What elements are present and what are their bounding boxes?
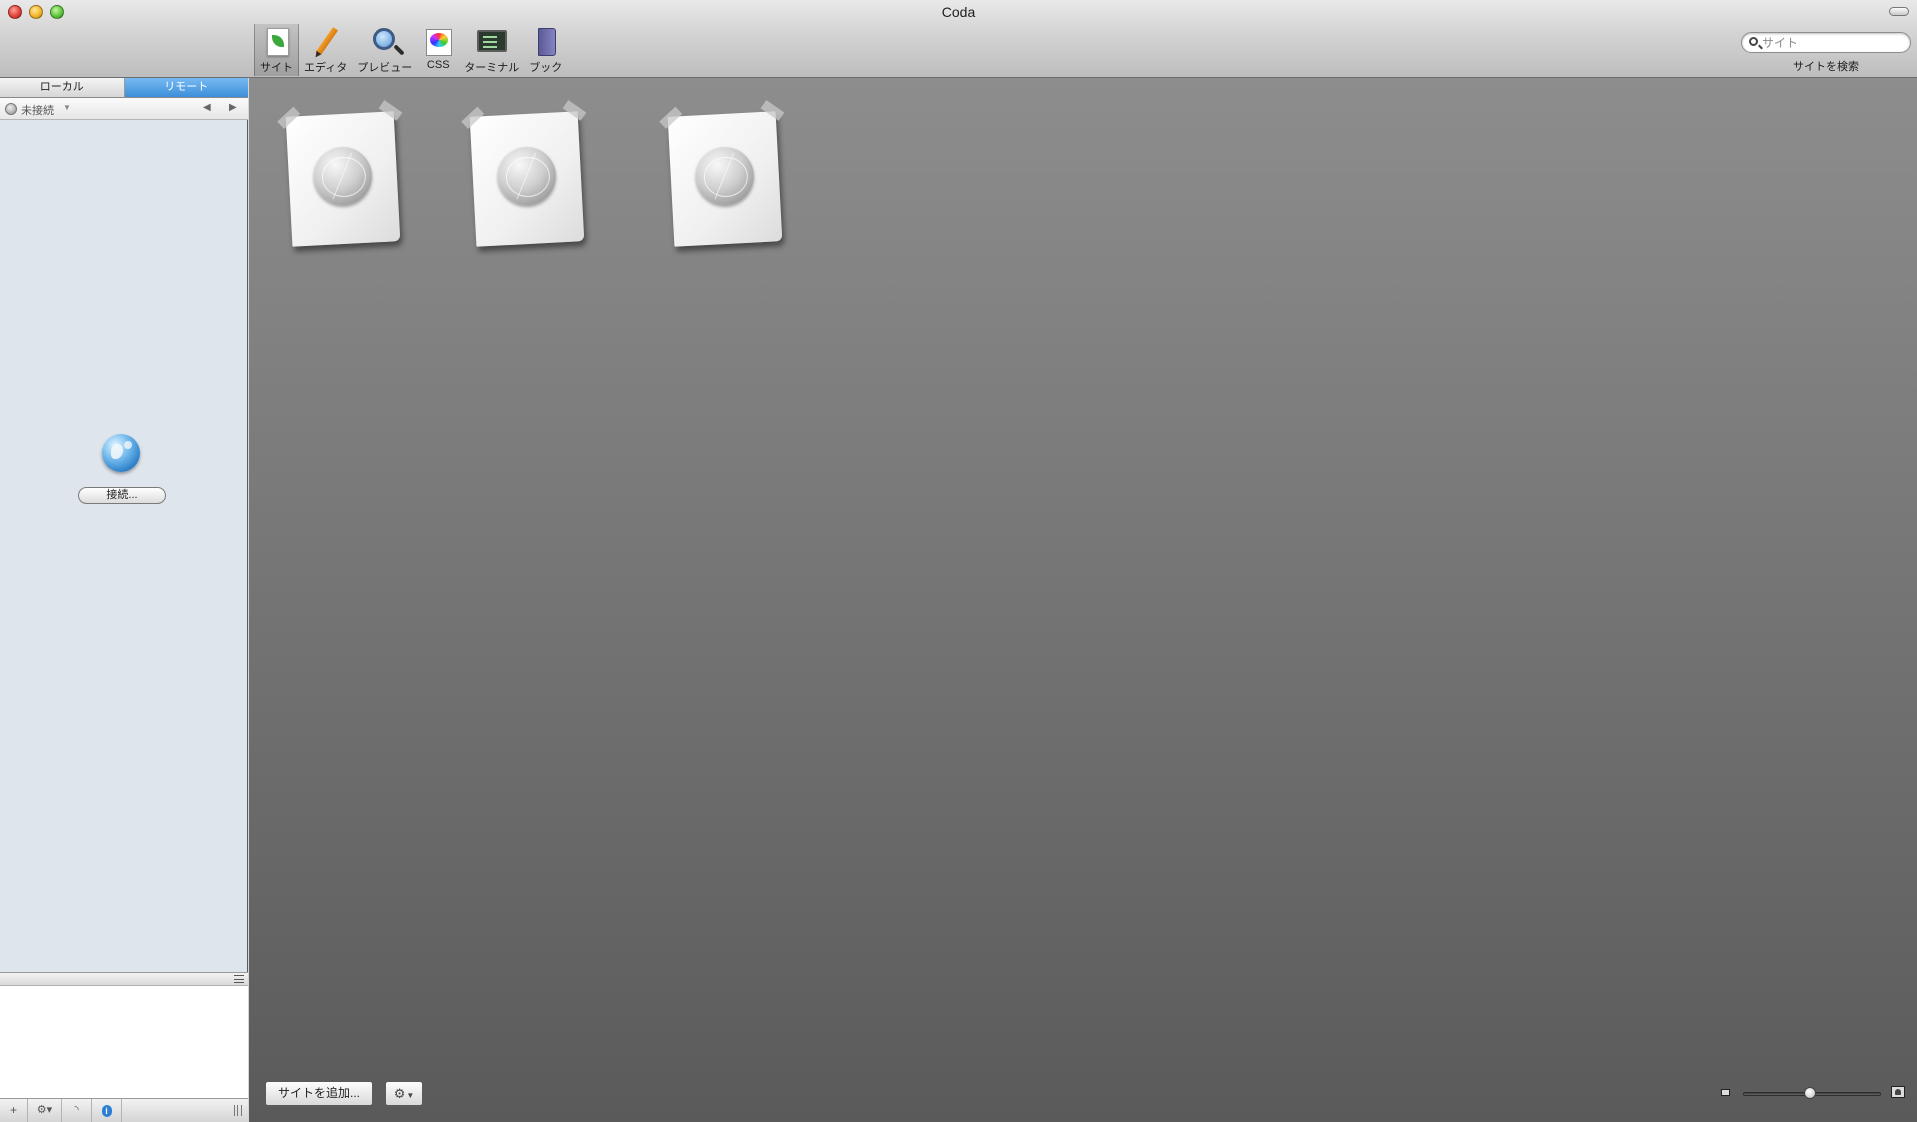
toolbar-terminal-button[interactable]: ターミナル: [459, 24, 524, 76]
toolbar-terminal-label: ターミナル: [464, 62, 520, 74]
toolbar-book-button[interactable]: ブック: [524, 24, 567, 76]
site-card[interactable]: [461, 100, 587, 250]
tab-local[interactable]: ローカル: [0, 78, 125, 97]
local-remote-switch: ローカル リモート: [0, 78, 248, 98]
list-menu-icon[interactable]: [234, 975, 244, 983]
web-globe-icon: [312, 145, 374, 207]
slider-knob[interactable]: [1804, 1087, 1816, 1099]
toolbar-preview-button[interactable]: プレビュー: [352, 24, 417, 76]
preview-magnifier-icon: [369, 26, 401, 58]
toolbar-editor-label: エディタ: [304, 62, 348, 74]
toolbar-preview-label: プレビュー: [357, 62, 413, 74]
site-search-label: サイトを検索: [1793, 61, 1859, 73]
large-thumbnail-icon[interactable]: [1891, 1086, 1905, 1098]
main-toolbar: サイト エディタ プレビュー CSS ターミナル ブック: [254, 24, 567, 76]
editor-pencil-icon: [310, 26, 342, 58]
toolbar-css-button[interactable]: CSS: [417, 24, 459, 76]
terminal-icon: [476, 26, 508, 58]
toolbar-book-label: ブック: [529, 62, 563, 74]
add-site-button[interactable]: サイトを追加...: [265, 1081, 373, 1106]
chevron-down-icon: ▼: [406, 1091, 415, 1100]
file-sidebar: ローカル リモート 未接続 ▼ ◀ ▶ 接続... + ⚙▾ ◝ i: [0, 78, 248, 1122]
info-icon[interactable]: i: [92, 1099, 122, 1122]
site-thumbnail: [659, 100, 785, 247]
connection-status[interactable]: 未接続: [21, 102, 54, 118]
back-arrow-icon[interactable]: ◀: [203, 102, 211, 113]
forward-arrow-icon[interactable]: ▶: [229, 102, 237, 113]
chevron-down-icon[interactable]: ▼: [63, 103, 71, 112]
search-icon: [1749, 37, 1758, 46]
sites-view: サイトを追加... ⚙▼: [249, 78, 1917, 1122]
site-search-field[interactable]: [1741, 32, 1911, 53]
site-actions-button[interactable]: ⚙▼: [385, 1081, 423, 1106]
site-card[interactable]: [277, 100, 403, 250]
connection-bar: 未接続 ▼ ◀ ▶: [0, 98, 248, 120]
site-thumbnail: [461, 100, 587, 247]
web-globe-icon: [496, 145, 558, 207]
gear-icon: ⚙: [393, 1086, 406, 1101]
site-thumbnail: [277, 100, 403, 247]
toolbar-toggle-button[interactable]: [1889, 7, 1909, 16]
lower-pane-header: [0, 972, 248, 986]
small-thumbnail-icon[interactable]: [1721, 1089, 1730, 1096]
sidebar-bottom-bar: + ⚙▾ ◝ i: [0, 1098, 248, 1122]
web-globe-icon: [694, 145, 756, 207]
toolbar-editor-button[interactable]: エディタ: [299, 24, 352, 76]
window-titlebar: Coda サイト エディタ プレビュー CSS ターミナル ブック サイト サイ…: [0, 0, 1917, 78]
rss-icon[interactable]: ◝: [62, 1099, 92, 1122]
css-palette-icon: [422, 26, 454, 58]
book-icon: [530, 26, 562, 58]
add-icon[interactable]: +: [0, 1099, 28, 1122]
lower-pane: [0, 986, 248, 1098]
globe-icon: [102, 434, 140, 472]
site-icon: [261, 26, 293, 58]
gear-icon[interactable]: ⚙▾: [28, 1099, 62, 1122]
connect-button[interactable]: 接続...: [78, 487, 166, 504]
window-title: Coda: [941, 4, 976, 20]
tab-remote[interactable]: リモート: [124, 78, 248, 97]
toolbar-css-label: CSS: [426, 59, 450, 71]
connection-globe-icon: [5, 103, 17, 115]
toolbar-site-button[interactable]: サイト: [254, 24, 299, 76]
resize-grip-icon[interactable]: [234, 1105, 242, 1116]
site-card[interactable]: [659, 100, 785, 250]
site-search-input[interactable]: [1762, 35, 1902, 50]
toolbar-site-label: サイト: [260, 62, 293, 74]
